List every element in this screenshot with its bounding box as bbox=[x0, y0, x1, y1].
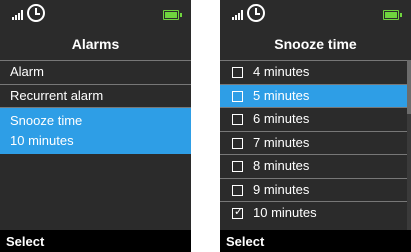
checkbox-icon[interactable] bbox=[232, 184, 243, 196]
checkbox-icon[interactable] bbox=[232, 161, 243, 172]
option-label: 10 minutes bbox=[253, 205, 317, 220]
option-row-9-minutes[interactable]: 9 minutes bbox=[220, 177, 411, 202]
menu-item-recurrent-alarm[interactable]: Recurrent alarm bbox=[0, 83, 191, 108]
battery-icon bbox=[383, 10, 402, 20]
snooze-time-screen: Snooze time 4 minutes 5 minutes 6 minute… bbox=[220, 0, 411, 252]
softkey-bar: Select bbox=[0, 230, 191, 252]
select-softkey[interactable]: Select bbox=[226, 233, 264, 250]
softkey-bar: Select bbox=[220, 230, 411, 252]
screen-title: Alarms bbox=[71, 36, 120, 52]
checkbox-icon[interactable] bbox=[232, 114, 243, 125]
status-bar bbox=[220, 0, 411, 30]
option-label: 4 minutes bbox=[253, 64, 310, 79]
menu-item-value: 10 minutes bbox=[10, 133, 74, 148]
option-row-5-minutes[interactable]: 5 minutes bbox=[220, 83, 411, 107]
option-row-6-minutes[interactable]: 6 minutes bbox=[220, 107, 411, 131]
option-label: 5 minutes bbox=[253, 87, 310, 103]
option-label: 7 minutes bbox=[253, 134, 310, 150]
status-bar bbox=[0, 0, 191, 30]
signal-icon bbox=[12, 10, 26, 20]
checkbox-icon[interactable] bbox=[232, 90, 243, 102]
option-row-8-minutes[interactable]: 8 minutes bbox=[220, 154, 411, 178]
menu-item-label: Snooze time bbox=[10, 113, 83, 128]
signal-icon bbox=[232, 10, 246, 20]
checkbox-checked-icon[interactable]: ✓ bbox=[232, 206, 243, 219]
option-row-7-minutes[interactable]: 7 minutes bbox=[220, 130, 411, 155]
clock-icon bbox=[247, 4, 265, 22]
select-softkey[interactable]: Select bbox=[6, 233, 44, 250]
option-row-4-minutes[interactable]: 4 minutes bbox=[220, 60, 411, 84]
menu-item-label: Recurrent alarm bbox=[10, 87, 104, 103]
menu-item-alarm[interactable]: Alarm bbox=[0, 60, 191, 84]
checkbox-icon[interactable] bbox=[232, 67, 243, 78]
menu-item-label: Alarm bbox=[10, 64, 44, 79]
option-row-10-minutes[interactable]: ✓ 10 minutes bbox=[220, 201, 411, 225]
checkbox-icon[interactable] bbox=[232, 137, 243, 149]
menu-item-snooze-time[interactable]: Snooze time 10 minutes bbox=[0, 107, 191, 154]
option-label: 6 minutes bbox=[253, 111, 310, 126]
battery-icon bbox=[163, 10, 182, 20]
option-label: 9 minutes bbox=[253, 181, 310, 197]
option-label: 8 minutes bbox=[253, 158, 310, 173]
screen-title: Snooze time bbox=[274, 36, 357, 52]
alarms-screen: Alarms Alarm Recurrent alarm Snooze time… bbox=[0, 0, 191, 252]
scrollbar-thumb[interactable] bbox=[407, 60, 411, 114]
clock-icon bbox=[27, 4, 45, 22]
